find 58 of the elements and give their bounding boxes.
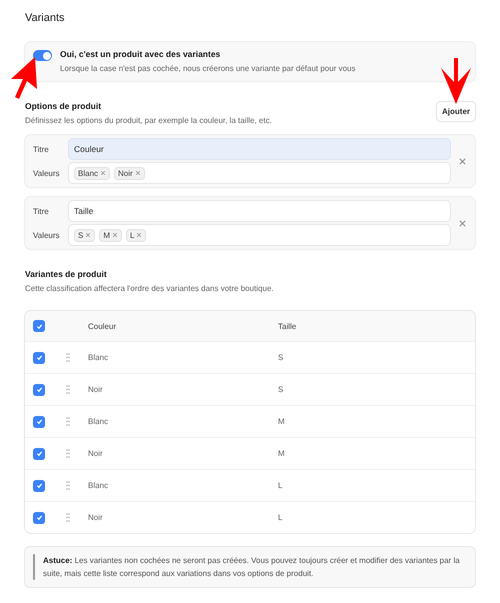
close-icon[interactable] <box>136 232 142 238</box>
close-icon[interactable] <box>458 156 467 166</box>
drag-handle-icon[interactable] <box>66 353 70 362</box>
value-tag: L <box>126 228 146 242</box>
section-title: Variants <box>25 12 66 24</box>
drag-handle-icon[interactable] <box>66 449 70 458</box>
value-tag: S <box>74 228 96 242</box>
title-field[interactable]: Couleur <box>69 139 450 159</box>
toggle-label: Oui, c'est un produit avec des variantes <box>60 49 222 59</box>
value-tag: Noir <box>114 166 145 180</box>
values-field[interactable]: S M L <box>69 225 450 245</box>
close-icon[interactable] <box>112 232 118 238</box>
checkbox[interactable] <box>34 384 44 394</box>
table-cell-text: Blanc <box>88 481 110 490</box>
drag-handle-icon[interactable] <box>66 385 70 394</box>
values-field[interactable]: Blanc Noir <box>69 163 450 183</box>
value-tag: Blanc <box>74 166 110 180</box>
toggle-description: Lorsque la case n'est pas cochée, nous créerons une variante par défaut pour vous <box>60 64 356 73</box>
drag-handle-icon[interactable] <box>66 481 70 490</box>
close-icon[interactable] <box>458 218 467 228</box>
field-label: Titre <box>33 206 50 216</box>
options-heading: Options de produit <box>25 101 102 111</box>
table-cell-text: L <box>278 513 284 522</box>
table-cell-text: L <box>278 481 284 490</box>
title-field[interactable]: Taille <box>69 201 450 221</box>
field-label: Valeurs <box>33 168 61 178</box>
checkbox[interactable] <box>34 352 44 362</box>
checkbox[interactable] <box>34 448 44 458</box>
table-cell-text: Noir <box>88 449 104 458</box>
table-cell-text: S <box>278 353 284 362</box>
checkbox[interactable] <box>34 512 44 522</box>
arrow-icon <box>440 58 472 104</box>
checkbox[interactable] <box>34 321 44 331</box>
field-label: Titre <box>33 144 50 154</box>
drag-handle-icon[interactable] <box>66 513 70 522</box>
variants-switch[interactable] <box>33 50 52 61</box>
close-icon[interactable] <box>134 170 141 176</box>
options-description: Définissez les options du produit, par exemple la couleur, la taille, etc. <box>25 116 272 125</box>
value-tag: M <box>99 228 122 242</box>
checkbox[interactable] <box>34 416 44 426</box>
column-header: Taille <box>278 322 298 330</box>
table-cell-text: Noir <box>88 385 104 394</box>
variants-heading: Variantes de produit <box>25 269 108 279</box>
column-header: Couleur <box>88 322 118 330</box>
checkbox[interactable] <box>34 480 44 490</box>
drag-handle-icon[interactable] <box>66 417 70 426</box>
table-cell-text: M <box>278 449 286 458</box>
variants-description: Cette classification affectera l'ordre des variantes dans votre boutique. <box>25 284 274 293</box>
table-cell-text: S <box>278 385 284 394</box>
add-button[interactable]: Ajouter <box>437 102 475 121</box>
table-cell-text: M <box>278 417 286 426</box>
table-cell-text: Noir <box>88 513 104 522</box>
table-cell-text: Blanc <box>88 417 110 426</box>
field-label: Valeurs <box>33 230 61 240</box>
tip-text: Astuce: Les variantes non cochées ne seront pas créées. Vous pouvez toujours créer et modifier des variantes par la suite, mais cette liste correspond aux variations dans vos options de produit. <box>43 555 461 580</box>
table-cell-text: Blanc <box>88 353 110 362</box>
close-icon[interactable] <box>100 170 106 176</box>
close-icon[interactable] <box>85 232 92 238</box>
